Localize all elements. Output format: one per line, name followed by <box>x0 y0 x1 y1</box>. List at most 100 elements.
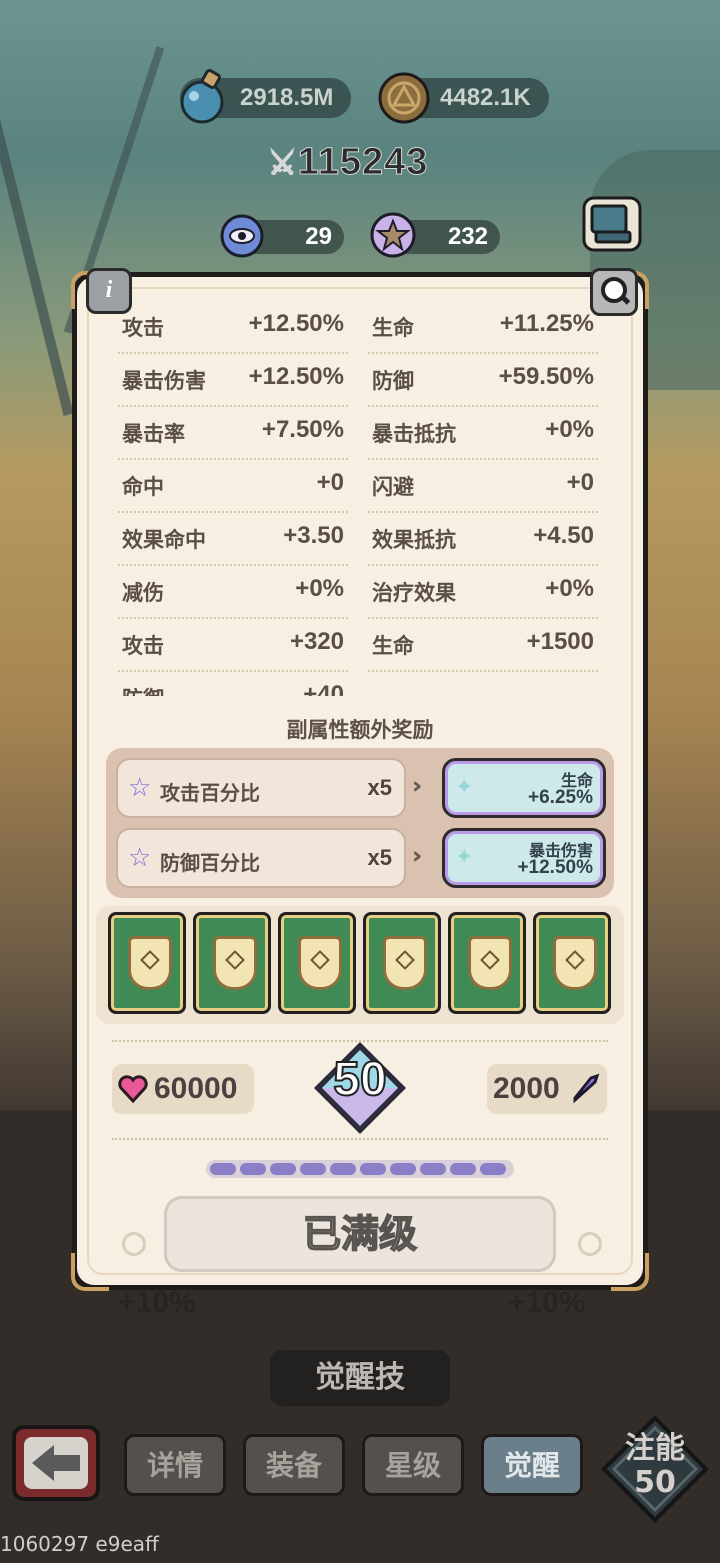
stat-label: 减伤 <box>122 581 164 605</box>
stat-value: +0 <box>566 469 594 496</box>
equipment-card[interactable] <box>448 912 526 1014</box>
stat-row: 攻击 +320 <box>118 618 348 672</box>
bonus-reward-value: +6.25% <box>528 787 593 808</box>
potion-icon <box>180 69 224 124</box>
stat-value: +4.50 <box>533 522 594 549</box>
upgrade-progress <box>206 1160 514 1178</box>
heart-cost: 60000 <box>112 1064 254 1114</box>
stat-row: 暴击伤害 +12.50% <box>118 353 348 407</box>
coin-amount: 4482.1K <box>440 84 531 111</box>
stat-value: +11.25% <box>499 310 594 337</box>
stat-value: +12.50% <box>248 363 344 390</box>
stat-row: 闪避 +0 <box>368 459 598 513</box>
eye-token-count: 29 <box>305 223 332 250</box>
equipment-card[interactable] <box>108 912 186 1014</box>
diamond-icon <box>310 950 330 970</box>
charge-label-text: 注能 <box>625 1431 685 1466</box>
sparkle-icon: ✦ <box>455 775 474 800</box>
diamond-icon <box>225 950 245 970</box>
stat-row: 暴击率 +7.50% <box>118 406 348 460</box>
shield-card-icon <box>213 936 257 990</box>
stat-value: +320 <box>289 628 344 655</box>
ornament-icon <box>122 1232 146 1256</box>
star-icon: ☆ <box>128 773 152 803</box>
stat-row: 暴击抵抗 +0% <box>368 406 598 460</box>
stat-label: 生命 <box>372 634 414 658</box>
heart-cost-value: 60000 <box>154 1072 238 1105</box>
bonus-reward: ✦ 暴击伤害 +12.50% <box>442 828 606 888</box>
stat-label: 攻击 <box>122 316 164 340</box>
ornament-icon <box>578 1232 602 1256</box>
panel-corner <box>71 1253 109 1291</box>
potion-currency: 2918.5M <box>180 69 352 124</box>
bonus-section-title: 副属性额外奖励 <box>286 718 434 742</box>
back-button[interactable] <box>12 1425 100 1501</box>
stat-value: +0% <box>545 416 594 443</box>
progress-segment <box>450 1163 476 1175</box>
heart-icon <box>118 1075 148 1104</box>
magnifier-handle <box>619 294 631 305</box>
star-icon: ☆ <box>128 843 152 873</box>
bonus-reward-value: +12.50% <box>517 857 593 878</box>
tab-awaken[interactable]: 觉醒 <box>481 1434 583 1496</box>
stat-label: 防御 <box>122 683 164 696</box>
coin-currency: 4482.1K <box>378 72 549 124</box>
tab-equipment[interactable]: 装备 <box>243 1434 345 1496</box>
progress-segment <box>300 1163 326 1175</box>
stat-row: 攻击 +12.50% <box>118 300 348 354</box>
battle-power-value: 115243 <box>297 141 429 184</box>
stat-label: 暴击率 <box>122 422 185 446</box>
stat-value: +0% <box>295 575 344 602</box>
equipment-card[interactable] <box>193 912 271 1014</box>
battle-power: ⚔115243 <box>268 140 428 184</box>
stat-value: +0% <box>545 575 594 602</box>
stat-label: 生命 <box>372 316 414 340</box>
star-orb-icon <box>370 212 416 258</box>
tab-stars[interactable]: 星级 <box>362 1434 464 1496</box>
bonus-box: ☆ 攻击百分比 x5 ›› ✦ 生命 +6.25% ☆ 防御百分比 x5 ›› … <box>106 748 614 898</box>
stat-label: 命中 <box>122 475 164 499</box>
stat-row: 治疗效果 +0% <box>368 565 598 619</box>
progress-segment <box>480 1163 506 1175</box>
bonus-reward: ✦ 生命 +6.25% <box>442 758 606 818</box>
diamond-icon <box>565 950 585 970</box>
coin-icon <box>378 72 430 124</box>
stat-value: +40 <box>303 681 344 696</box>
stat-value: +3.50 <box>283 522 344 549</box>
progress-segment <box>390 1163 416 1175</box>
stat-row: 防御 +40 <box>118 671 348 696</box>
bonus-requirement-label: 防御百分比 <box>160 851 260 875</box>
stat-row: 效果抵抗 +4.50 <box>368 512 598 566</box>
shield-card-icon <box>383 936 427 990</box>
double-chevron-icon: ›› <box>412 844 423 869</box>
stats-list[interactable]: 攻击 +12.50% 生命 +11.25% 暴击伤害 +12.50% 防御 +59.50… <box>118 300 602 696</box>
panel-corner <box>611 1253 649 1291</box>
max-level-button[interactable]: 已满级 <box>164 1196 556 1272</box>
bonus-requirement-label: 攻击百分比 <box>160 781 260 805</box>
equipment-card[interactable] <box>278 912 356 1014</box>
battle-power-icon: ⚔ <box>268 145 298 182</box>
eye-orb-icon <box>220 214 264 258</box>
tab-details[interactable]: 详情 <box>124 1434 226 1496</box>
stat-label: 效果抵抗 <box>372 528 456 552</box>
back-arrow-icon <box>24 1437 88 1489</box>
progress-segment <box>360 1163 386 1175</box>
stat-row: 减伤 +0% <box>118 565 348 619</box>
stat-row: 防御 +59.50% <box>368 353 598 407</box>
equipment-card[interactable] <box>363 912 441 1014</box>
stat-label: 效果命中 <box>122 528 206 552</box>
stat-label: 治疗效果 <box>372 581 456 605</box>
bonus-requirement-count: x5 <box>367 775 392 800</box>
bonus-requirement: ☆ 防御百分比 x5 <box>116 828 406 888</box>
potion-amount: 2918.5M <box>240 84 334 111</box>
sword-cost: 2000 <box>487 1064 607 1114</box>
stat-label: 防御 <box>372 369 414 393</box>
equipment-card[interactable] <box>533 912 611 1014</box>
stat-value: +59.50% <box>498 363 594 390</box>
footer-id: 1060297 e9eaff <box>0 1532 159 1556</box>
book-icon[interactable] <box>580 192 644 256</box>
stat-label: 暴击抵抗 <box>372 422 456 446</box>
sword-bonus-mod: +10% <box>508 1286 586 1319</box>
stat-row: 生命 +1500 <box>368 618 598 672</box>
double-chevron-icon: ›› <box>412 774 423 799</box>
